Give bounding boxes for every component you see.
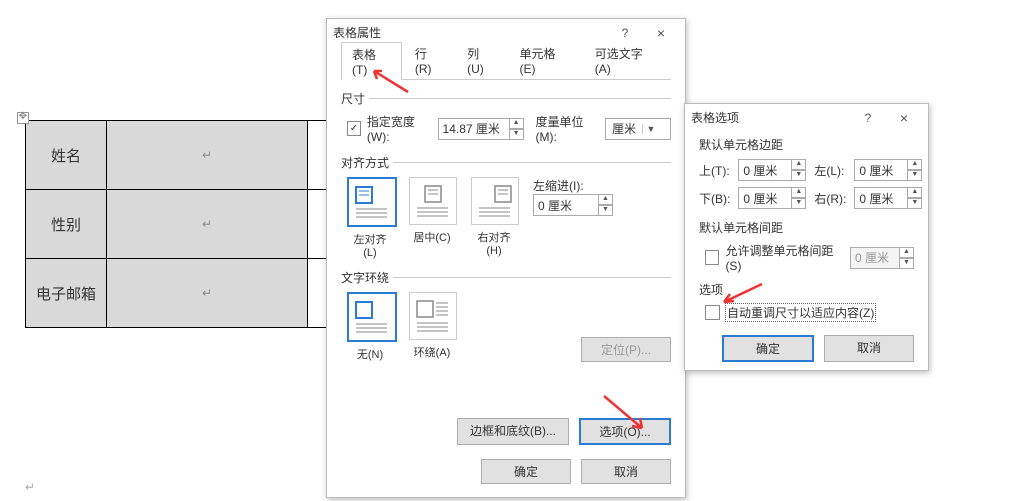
width-spinner[interactable]: 14.87 厘米 ▲▼ <box>438 118 524 140</box>
spin-down-icon[interactable]: ▼ <box>599 205 613 216</box>
options-button[interactable]: 选项(O)... <box>579 418 671 445</box>
wrap-legend: 文字环绕 <box>341 269 393 286</box>
autofit-label: 自动重调尺寸以适应内容(Z) <box>726 304 875 321</box>
left-margin-spinner[interactable]: 0 厘米▲▼ <box>854 159 922 181</box>
border-shading-button[interactable]: 边框和底纹(B)... <box>457 418 569 445</box>
bottom-margin-spinner[interactable]: 0 厘米▲▼ <box>738 187 806 209</box>
margins-legend: 默认单元格边距 <box>699 136 914 153</box>
table-anchor-icon[interactable]: ✥ <box>17 112 29 124</box>
bottom-margin-label: 下(B): <box>699 190 730 207</box>
locate-button: 定位(P)... <box>581 337 671 362</box>
specify-width-checkbox[interactable] <box>347 121 361 136</box>
close-button[interactable]: × <box>886 104 922 132</box>
tab-table[interactable]: 表格(T) <box>341 42 402 80</box>
tab-alt-text[interactable]: 可选文字(A) <box>584 41 669 79</box>
indent-spinner[interactable]: 0 厘米 ▲▼ <box>533 194 613 216</box>
allow-spacing-label: 允许调整单元格间距(S) <box>725 242 844 273</box>
autofit-checkbox[interactable] <box>705 305 720 320</box>
tab-bar: 表格(T) 行(R) 列(U) 单元格(E) 可选文字(A) <box>341 55 671 80</box>
row-value: ↵ <box>107 121 308 190</box>
table-properties-dialog: 表格属性 ? × 表格(T) 行(R) 列(U) 单元格(E) 可选文字(A) … <box>326 18 686 498</box>
spin-up-icon[interactable]: ▲ <box>510 118 524 129</box>
spacing-spinner: 0 厘米▲▼ <box>850 247 914 269</box>
align-left-option[interactable]: 左对齐(L) <box>347 177 393 259</box>
dialog-title: 表格选项 <box>691 104 850 132</box>
specify-width-label: 指定宽度(W): <box>367 113 432 144</box>
unit-value: 厘米 <box>606 120 642 137</box>
wrap-around-option[interactable]: 环绕(A) <box>409 292 455 360</box>
row-label: 电子邮箱 <box>26 259 107 328</box>
ok-button[interactable]: 确定 <box>722 335 814 362</box>
align-center-option[interactable]: 居中(C) <box>409 177 455 245</box>
options-legend: 选项 <box>699 281 914 298</box>
unit-label: 度量单位(M): <box>536 113 599 144</box>
right-margin-label: 右(R): <box>814 190 846 207</box>
help-button[interactable]: ? <box>850 104 886 132</box>
row-value: ↵ <box>107 259 308 328</box>
spin-down-icon[interactable]: ▼ <box>510 129 524 140</box>
ok-button[interactable]: 确定 <box>481 459 571 484</box>
top-margin-label: 上(T): <box>699 162 730 179</box>
width-value[interactable]: 14.87 厘米 <box>438 118 510 140</box>
tab-column[interactable]: 列(U) <box>456 41 506 79</box>
spacing-legend: 默认单元格间距 <box>699 219 914 236</box>
left-margin-label: 左(L): <box>814 162 846 179</box>
top-margin-spinner[interactable]: 0 厘米▲▼ <box>738 159 806 181</box>
right-margin-spinner[interactable]: 0 厘米▲▼ <box>854 187 922 209</box>
table-options-dialog: 表格选项 ? × 默认单元格边距 上(T): 0 厘米▲▼ 左(L): 0 厘米… <box>684 103 929 371</box>
align-legend: 对齐方式 <box>341 154 393 171</box>
tab-cell[interactable]: 单元格(E) <box>508 41 581 79</box>
tab-row[interactable]: 行(R) <box>404 41 454 79</box>
size-legend: 尺寸 <box>341 90 369 107</box>
paragraph-mark-icon: ↵ <box>25 480 35 494</box>
dialog-titlebar: 表格选项 ? × <box>685 104 928 132</box>
cancel-button[interactable]: 取消 <box>824 335 914 362</box>
align-right-option[interactable]: 右对齐(H) <box>471 177 517 257</box>
unit-select[interactable]: 厘米 ▼ <box>605 118 671 140</box>
cancel-button[interactable]: 取消 <box>581 459 671 484</box>
allow-spacing-checkbox[interactable] <box>705 250 719 265</box>
spin-up-icon[interactable]: ▲ <box>599 194 613 205</box>
row-label: 性别 <box>26 190 107 259</box>
row-label: 姓名 <box>26 121 107 190</box>
row-value: ↵ <box>107 190 308 259</box>
indent-value[interactable]: 0 厘米 <box>533 194 599 216</box>
chevron-down-icon: ▼ <box>642 124 659 134</box>
indent-label: 左缩进(I): <box>533 177 613 194</box>
wrap-none-option[interactable]: 无(N) <box>347 292 393 362</box>
